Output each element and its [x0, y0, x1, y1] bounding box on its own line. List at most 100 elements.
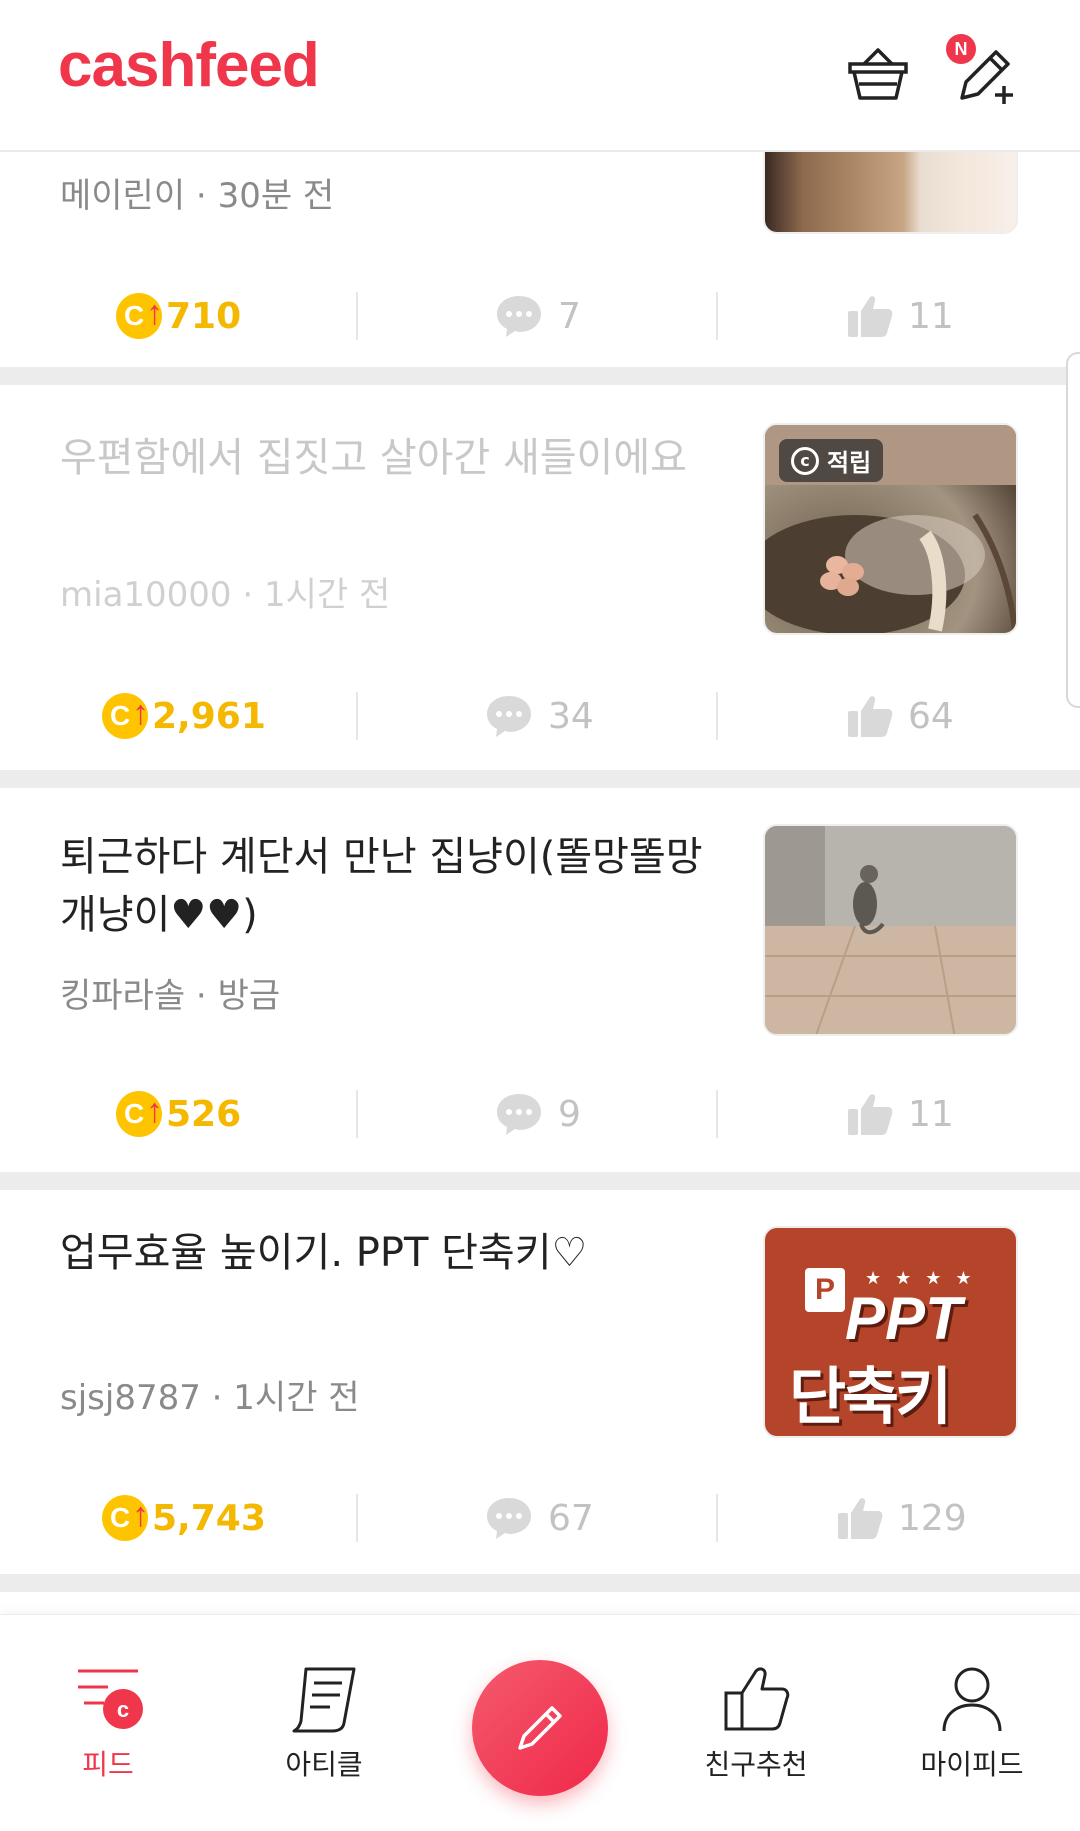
scroll-handle[interactable]	[1066, 352, 1080, 708]
comment-icon	[497, 296, 541, 337]
comment-count: 7	[558, 295, 581, 337]
comment-stat[interactable]: 7	[494, 286, 581, 346]
coin-stat: C ↑ 5,743	[102, 1488, 266, 1548]
coin-icon: C ↑	[102, 693, 149, 739]
post-thumbnail[interactable]	[763, 824, 1018, 1036]
thumbs-up-icon	[848, 296, 893, 337]
post-title[interactable]: 퇴근하다 계단서 만난 집냥이(똘망똘망 개냥이♥♥)	[60, 828, 710, 944]
like-stat[interactable]: 129	[836, 1488, 967, 1548]
post-author: mia10000	[60, 575, 232, 615]
stat-divider	[716, 292, 718, 340]
nav-my-feed[interactable]: 마이피드	[892, 1665, 1052, 1783]
card-separator	[0, 1172, 1080, 1190]
card-separator	[0, 367, 1080, 385]
post-time: 방금	[217, 976, 281, 1016]
post-title[interactable]: 우편함에서 집짓고 살아간 새들이에요	[60, 429, 710, 487]
like-count: 11	[908, 295, 954, 337]
stat-divider	[716, 1494, 718, 1542]
feed-card[interactable]: 우편함에서 집짓고 살아간 새들이에요 mia10000 · 1시간 전 c 적립…	[0, 385, 1080, 770]
comment-count: 67	[548, 1497, 594, 1539]
stat-divider	[716, 692, 718, 740]
post-meta: sjsj8787 · 1시간 전	[60, 1378, 360, 1418]
thumbs-up-outline-icon	[724, 1667, 790, 1731]
cashfeed-logo[interactable]: cashfeed	[58, 30, 320, 101]
like-stat[interactable]: 11	[846, 1084, 954, 1144]
post-thumbnail[interactable]: P ★★★★ PPT 단축키	[763, 1226, 1018, 1438]
stat-divider	[716, 1090, 718, 1138]
pencil-icon	[518, 1706, 562, 1750]
comment-count: 34	[548, 695, 594, 737]
user-icon	[942, 1667, 1002, 1732]
nav-article[interactable]: 아티클	[244, 1665, 404, 1783]
svg-text:c: c	[117, 1697, 129, 1722]
post-meta: 메이린이 · 30분 전	[60, 176, 335, 216]
post-thumbnail[interactable]: c 적립	[763, 423, 1018, 635]
comment-icon	[497, 1094, 541, 1135]
comment-stat[interactable]: 34	[484, 686, 594, 746]
app-header: cashfeed N	[0, 0, 1080, 152]
post-stats: C ↑ 2,961 34 64	[0, 686, 1080, 746]
like-count: 64	[908, 695, 954, 737]
post-title[interactable]: 업무효율 높이기. PPT 단축키♡	[60, 1224, 710, 1282]
like-count: 129	[898, 1497, 967, 1539]
thumbs-up-icon	[838, 1498, 883, 1539]
post-meta: 킹파라솔 · 방금	[60, 976, 281, 1016]
shop-basket-button[interactable]	[842, 36, 914, 108]
like-stat[interactable]: 64	[846, 686, 954, 746]
thumbs-up-icon	[848, 696, 893, 737]
basket-icon	[848, 48, 908, 100]
nav-friend-recommend[interactable]: 친구추천	[676, 1665, 836, 1783]
ppt-icon: P	[805, 1268, 845, 1312]
coin-icon: C ↑	[102, 1495, 149, 1541]
post-author: sjsj8787	[60, 1378, 201, 1418]
coin-icon: C ↑	[116, 293, 163, 339]
post-stats: C ↑ 710 7 11	[0, 286, 1080, 346]
scroll-document-icon	[292, 1667, 356, 1733]
nav-my-feed-label: 마이피드	[920, 1748, 1024, 1781]
thumbs-up-icon	[848, 1094, 893, 1135]
coin-count: 710	[166, 295, 242, 337]
post-author: 메이린이	[60, 176, 186, 216]
nav-article-label: 아티클	[285, 1748, 363, 1781]
comment-icon	[487, 696, 531, 737]
new-notification-badge: N	[946, 34, 976, 64]
coin-count: 5,743	[152, 1497, 266, 1539]
post-time: 1시간 전	[264, 575, 391, 615]
comment-icon	[487, 1498, 531, 1539]
stat-divider	[356, 1494, 358, 1542]
post-thumbnail[interactable]	[763, 142, 1018, 234]
feed-card[interactable]: 업무효율 높이기. PPT 단축키♡ sjsj8787 · 1시간 전 P ★★…	[0, 1190, 1080, 1574]
cat-photo	[765, 826, 1016, 1034]
coin-icon: C ↑	[116, 1091, 163, 1137]
feed-card[interactable]: 퇴근하다 계단서 만난 집냥이(똘망똘망 개냥이♥♥) 킹파라솔 · 방금 C ↑	[0, 788, 1080, 1172]
comment-count: 9	[558, 1093, 581, 1135]
like-stat[interactable]: 11	[846, 286, 954, 346]
thumb-text-shortcut: 단축키	[789, 1360, 952, 1433]
coin-stat: C ↑ 2,961	[102, 686, 266, 746]
post-stats: C ↑ 526 9 11	[0, 1084, 1080, 1144]
coin-stat: C ↑ 710	[116, 286, 241, 346]
nav-friend-recommend-label: 친구추천	[704, 1748, 808, 1781]
feed-icon: c	[78, 1669, 143, 1729]
post-meta: mia10000 · 1시간 전	[60, 575, 391, 615]
post-author: 킹파라솔	[60, 976, 186, 1016]
copyright-icon: c	[791, 446, 819, 475]
coin-count: 2,961	[152, 695, 266, 737]
comment-stat[interactable]: 67	[484, 1488, 594, 1548]
write-post-fab[interactable]	[472, 1660, 608, 1796]
nav-feed-label: 피드	[82, 1748, 134, 1781]
reward-badge: c 적립	[779, 439, 884, 482]
thumb-text-ppt: PPT	[845, 1285, 962, 1352]
stat-divider	[356, 292, 358, 340]
coin-count: 526	[166, 1093, 242, 1135]
post-time: 1시간 전	[233, 1378, 360, 1418]
new-post-button[interactable]: N	[946, 34, 1024, 108]
card-separator	[0, 1574, 1080, 1592]
coin-stat: C ↑ 526	[116, 1084, 241, 1144]
post-time: 30분 전	[217, 176, 335, 216]
stat-divider	[356, 1090, 358, 1138]
nav-feed[interactable]: c 피드	[28, 1665, 188, 1783]
comment-stat[interactable]: 9	[494, 1084, 581, 1144]
feed-card[interactable]: 메이린이 · 30분 전 C ↑ 710 7 11	[0, 142, 1080, 367]
card-separator	[0, 770, 1080, 788]
